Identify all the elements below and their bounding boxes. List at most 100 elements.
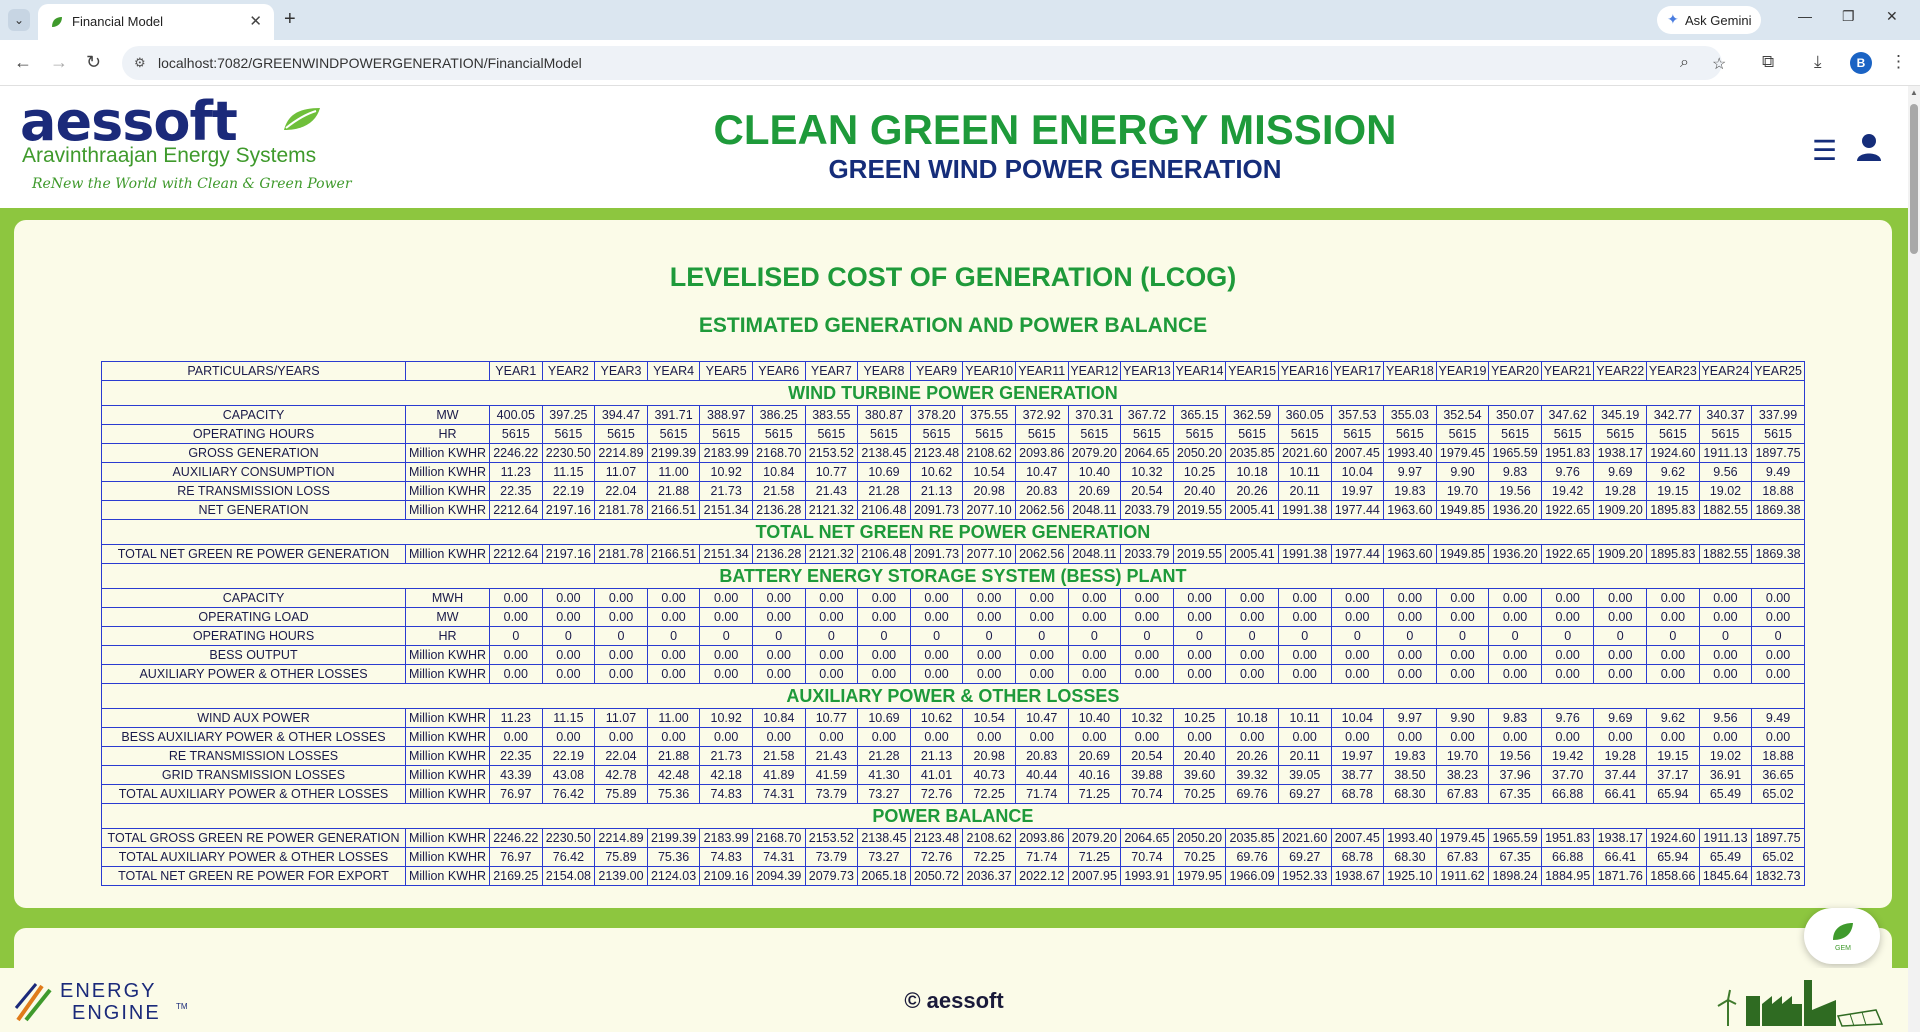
row-unit: Million KWHR	[405, 664, 490, 684]
profile-avatar[interactable]: B	[1850, 52, 1872, 74]
new-tab-button[interactable]: +	[284, 8, 296, 31]
row-value: 9.90	[1435, 708, 1490, 728]
row-value: 0.00	[1540, 607, 1595, 627]
row-value: 0.00	[1698, 727, 1753, 747]
row-value: 0.00	[962, 588, 1016, 608]
row-value: 21.13	[909, 746, 964, 766]
bookmark-star-icon[interactable]: ☆	[1712, 54, 1726, 74]
ask-gemini-button[interactable]: ✦ Ask Gemini	[1657, 6, 1761, 34]
row-value: 0.00	[594, 645, 648, 665]
row-value: 1882.55	[1698, 500, 1753, 520]
chat-assistant-button[interactable]: GEM	[1804, 908, 1880, 964]
site-info-icon[interactable]: ⚙	[134, 55, 146, 71]
row-value: 10.62	[909, 462, 964, 482]
row-value: 2139.00	[594, 866, 648, 886]
row-value: 0	[1225, 626, 1279, 646]
row-unit: Million KWHR	[405, 500, 490, 520]
row-value: 0	[1646, 626, 1700, 646]
row-value: 386.25	[751, 405, 806, 425]
header-year: YEAR19	[1435, 361, 1490, 381]
row-value: 19.02	[1698, 746, 1753, 766]
row-value: 5615	[1067, 424, 1122, 444]
row-value: 73.79	[804, 847, 859, 867]
restore-icon[interactable]: ❐	[1842, 8, 1855, 25]
header-year: YEAR3	[594, 361, 648, 381]
row-value: 1966.09	[1225, 866, 1279, 886]
row-value: 18.88	[1751, 481, 1805, 501]
scroll-up-arrow-icon[interactable]: ▲	[1910, 88, 1918, 97]
row-value: 2005.41	[1225, 544, 1279, 564]
extensions-icon[interactable]: ⧉	[1762, 52, 1774, 72]
row-value: 19.83	[1383, 481, 1437, 501]
row-value: 397.25	[541, 405, 596, 425]
row-value: 2079.73	[804, 866, 859, 886]
row-unit: Million KWHR	[405, 544, 490, 564]
row-value: 2021.60	[1277, 828, 1332, 848]
row-value: 76.42	[541, 784, 596, 804]
row-unit: Million KWHR	[405, 727, 490, 747]
browser-menu-icon[interactable]: ⋮	[1890, 52, 1907, 72]
row-value: 0.00	[646, 607, 701, 627]
row-value: 1871.76	[1593, 866, 1648, 886]
row-value: 41.59	[804, 765, 859, 785]
row-value: 38.23	[1435, 765, 1490, 785]
row-value: 11.00	[646, 708, 701, 728]
row-value: 76.42	[541, 847, 596, 867]
row-value: 2166.51	[646, 500, 701, 520]
row-label: OPERATING LOAD	[101, 607, 406, 627]
row-value: 367.72	[1120, 405, 1174, 425]
row-label: RE TRANSMISSION LOSS	[101, 481, 406, 501]
header-year: YEAR1	[489, 361, 543, 381]
reload-icon[interactable]: ↻	[86, 52, 101, 73]
row-value: 41.30	[857, 765, 911, 785]
close-window-icon[interactable]: ✕	[1886, 8, 1898, 25]
row-value: 0.00	[1540, 664, 1595, 684]
row-value: 1949.85	[1435, 544, 1490, 564]
tab-search-button[interactable]: ⌄	[8, 9, 30, 31]
row-value: 0	[699, 626, 753, 646]
row-value: 19.56	[1488, 481, 1542, 501]
row-value: 2197.16	[541, 544, 596, 564]
zoom-icon[interactable]: ⌕	[1680, 54, 1689, 72]
row-value: 2212.64	[489, 500, 543, 520]
row-value: 1909.20	[1593, 500, 1648, 520]
row-value: 0	[1330, 626, 1385, 646]
address-bar[interactable]: ⚙ localhost:7082/GREENWINDPOWERGENERATIO…	[122, 46, 1726, 80]
row-value: 20.54	[1120, 746, 1174, 766]
close-tab-icon[interactable]: ✕	[249, 12, 262, 30]
row-value: 0.00	[1120, 664, 1174, 684]
row-value: 0	[489, 626, 543, 646]
forward-icon[interactable]: →	[50, 52, 68, 73]
row-value: 0.00	[1225, 727, 1279, 747]
row-value: 2035.85	[1225, 443, 1279, 463]
row-value: 2079.20	[1067, 828, 1122, 848]
row-value: 9.97	[1383, 462, 1437, 482]
mission-title: CLEAN GREEN ENERGY MISSION	[713, 106, 1397, 153]
row-value: 2048.11	[1067, 544, 1122, 564]
row-value: 38.50	[1383, 765, 1437, 785]
row-value: 2230.50	[541, 443, 596, 463]
header-year: YEAR18	[1383, 361, 1437, 381]
row-value: 65.49	[1698, 784, 1753, 804]
page-scrollbar[interactable]: ▲	[1908, 86, 1920, 1032]
table-row: OPERATING HOURS HR 0 0 0 0 0 0 0 0 0 0 0 0 0 0 0 0 0 0 0 0 0 0 0…	[101, 626, 1805, 646]
minimize-icon[interactable]: —	[1798, 8, 1812, 24]
row-value: 10.69	[857, 462, 911, 482]
row-value: 0.00	[1435, 588, 1490, 608]
row-value: 2166.51	[646, 544, 701, 564]
browser-tab[interactable]: Financial Model ✕	[38, 4, 274, 40]
back-icon[interactable]: ←	[14, 52, 32, 73]
row-value: 67.35	[1488, 784, 1542, 804]
row-value: 370.31	[1067, 405, 1122, 425]
user-account-icon[interactable]	[1854, 132, 1884, 162]
site-header: aessoft Aravinthraajan Energy Systems Re…	[0, 86, 1908, 208]
row-value: 0.00	[1646, 607, 1700, 627]
scrollbar-thumb[interactable]	[1910, 104, 1918, 254]
row-value: 0.00	[1330, 727, 1385, 747]
row-value: 0.00	[909, 727, 964, 747]
row-value: 22.35	[489, 746, 543, 766]
row-value: 2123.48	[909, 828, 964, 848]
hamburger-menu-icon[interactable]: ☰	[1812, 134, 1837, 167]
downloads-icon[interactable]: ⤓	[1814, 52, 1822, 72]
row-value: 0.00	[751, 588, 806, 608]
